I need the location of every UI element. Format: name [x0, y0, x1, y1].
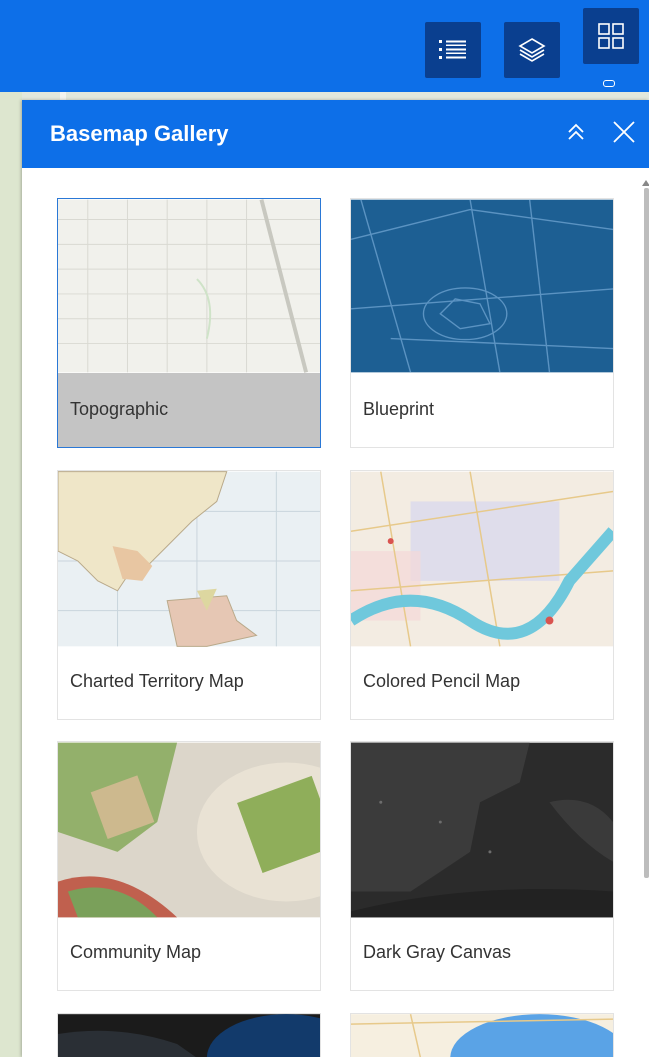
list-icon — [438, 38, 468, 62]
basemap-card-dark-gray[interactable]: Dark Gray Canvas — [350, 741, 614, 991]
basemap-card-blueprint[interactable]: Blueprint — [350, 198, 614, 448]
close-icon — [611, 119, 637, 150]
legend-button[interactable] — [425, 22, 481, 78]
basemap-gallery-panel: Basemap Gallery Topographic Blueprint Ch… — [22, 100, 649, 1057]
top-toolbar — [0, 0, 649, 92]
basemap-card-colored-pencil[interactable]: Colored Pencil Map — [350, 470, 614, 720]
topographic-thumbnail — [58, 199, 320, 373]
basemap-card-community[interactable]: Community Map — [57, 741, 321, 991]
basemap-label: Topographic — [70, 399, 169, 419]
double-chevron-up-icon — [564, 120, 588, 149]
panel-header: Basemap Gallery — [22, 100, 649, 168]
partial-thumbnail — [351, 1014, 613, 1057]
basemap-card-topographic[interactable]: Topographic — [57, 198, 321, 448]
basemap-label: Charted Territory Map — [70, 671, 244, 691]
scrollbar[interactable] — [644, 188, 649, 878]
basemap-card-partial[interactable] — [350, 1013, 614, 1057]
community-thumbnail — [58, 742, 320, 918]
basemap-gallery-button[interactable] — [583, 8, 639, 64]
layer-list-button[interactable] — [504, 22, 560, 78]
map-edge — [0, 92, 22, 1057]
grid-icon — [596, 21, 626, 51]
charted-territory-thumbnail — [58, 471, 320, 647]
close-button[interactable] — [608, 118, 640, 150]
dark-gray-thumbnail — [351, 742, 613, 918]
colored-pencil-thumbnail — [351, 471, 613, 647]
active-indicator — [603, 80, 615, 87]
collapse-button[interactable] — [560, 118, 592, 150]
basemap-card-partial[interactable] — [57, 1013, 321, 1057]
panel-title: Basemap Gallery — [50, 121, 229, 146]
basemap-label: Community Map — [70, 942, 202, 962]
basemap-label: Dark Gray Canvas — [363, 942, 512, 962]
basemap-card-charted-territory[interactable]: Charted Territory Map — [57, 470, 321, 720]
scroll-up-arrow[interactable] — [642, 180, 649, 186]
blueprint-thumbnail — [351, 199, 613, 373]
basemap-label: Blueprint — [363, 399, 435, 419]
partial-thumbnail — [58, 1014, 320, 1057]
layers-icon — [517, 35, 547, 65]
basemap-label: Colored Pencil Map — [363, 671, 521, 691]
